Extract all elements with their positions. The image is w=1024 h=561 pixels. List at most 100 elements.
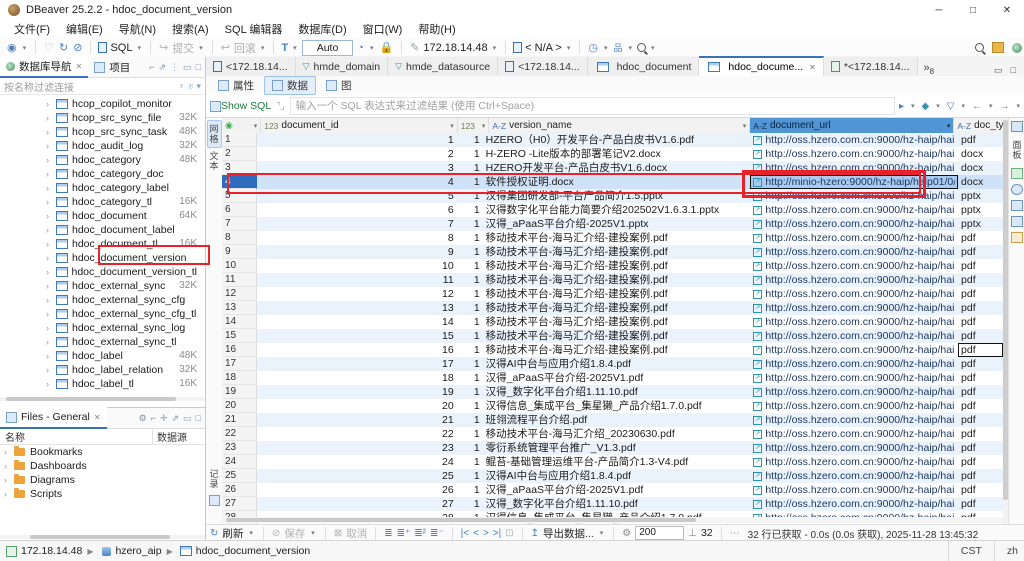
cell-document-url[interactable]: ↗http://oss.hzero.com.cn:9000/hz-haip/ha… <box>750 189 958 203</box>
cell-document-url[interactable]: ↗http://oss.hzero.com.cn:9000/hz-haip/ha… <box>750 371 958 385</box>
row-number-cell[interactable]: 8 <box>222 231 257 245</box>
chevron-right-icon[interactable]: › <box>46 307 54 321</box>
value-preview-icon[interactable] <box>1011 168 1023 179</box>
table-row[interactable]: 21211班翎流程平台介绍.pdf↗http://oss.hzero.com.c… <box>222 413 1003 427</box>
table-row[interactable]: 22221移动技术平台-海马汇介绍_20230630.pdf↗http://os… <box>222 427 1003 441</box>
files-tree-item[interactable]: ›Dashboards <box>0 459 205 473</box>
tree-item-table[interactable]: ›hdoc_external_sync32K <box>0 279 205 293</box>
row-number-cell[interactable]: 13 <box>222 301 257 315</box>
subtab-data[interactable]: 数据 <box>264 76 316 95</box>
chevron-right-icon[interactable]: › <box>46 111 54 125</box>
cell-document-id[interactable]: 26 <box>257 483 457 497</box>
time-icon[interactable]: ◷ <box>587 41 599 54</box>
cell-document-url[interactable]: ↗http://oss.hzero.com.cn:9000/hz-haip/ha… <box>750 399 958 413</box>
apply-filter-icon[interactable]: ▸ <box>899 101 904 112</box>
table-row[interactable]: 18181汉得_aPaaS平台介绍-2025V1.pdf↗http://oss.… <box>222 371 1003 385</box>
row-number-cell[interactable]: 25 <box>222 469 257 483</box>
row-number-cell[interactable]: 27 <box>222 497 257 511</box>
editor-tab[interactable]: ▽hmde_datasource <box>388 57 498 76</box>
chevron-right-icon[interactable]: › <box>46 237 54 251</box>
cell-document-url[interactable]: ↗http://oss.hzero.com.cn:9000/hz-haip/ha… <box>750 455 958 469</box>
cell-document-url[interactable]: ↗http://oss.hzero.com.cn:9000/hz-haip/ha… <box>750 315 958 329</box>
table-row[interactable]: 221H-ZERO -Lite版本的部署笔记V2.docx↗http://oss… <box>222 147 1003 161</box>
cell-doc-type[interactable]: pdf <box>958 441 1003 455</box>
sort-icon[interactable]: ▾ <box>482 122 486 130</box>
cell-version[interactable]: 1 <box>457 217 483 231</box>
cell-document-url[interactable]: ↗http://oss.hzero.com.cn:9000/hz-haip/ha… <box>750 259 958 273</box>
txn-heart-icon[interactable]: ♡ <box>43 41 55 54</box>
save-button[interactable]: 保存 <box>284 526 305 541</box>
cell-version[interactable]: 1 <box>457 203 483 217</box>
cell-document-url[interactable]: ↗http://oss.hzero.com.cn:9000/hz-haip/ha… <box>750 413 958 427</box>
editor-tab[interactable]: <172.18.14... <box>498 57 588 76</box>
cell-version-name[interactable]: 软件授权证明.docx <box>483 175 751 189</box>
rollback-button[interactable]: 回滚 <box>234 40 256 56</box>
tree-item-table[interactable]: ›hdoc_label_relation32K <box>0 363 205 377</box>
cell-document-id[interactable]: 21 <box>257 413 457 427</box>
cell-doc-type[interactable]: pdf <box>958 273 1003 287</box>
chevron-right-icon[interactable]: › <box>46 335 54 349</box>
files-tree-item[interactable]: ›Bookmarks <box>0 445 205 459</box>
tree-item-table[interactable]: ›hdoc_external_sync_cfg_tl <box>0 307 205 321</box>
cell-version-name[interactable]: HZERO开发平台-产品白皮书V1.6.docx <box>483 161 751 175</box>
cell-version-name[interactable]: 移动技术平台-海马汇介绍_20230630.pdf <box>483 427 751 441</box>
column-header-version-name[interactable]: A-Zversion_name▾ <box>489 118 750 133</box>
row-number-cell[interactable]: 6 <box>222 203 257 217</box>
cell-version-name[interactable]: 汉得AI中台与应用介绍1.8.4.pdf <box>483 357 751 371</box>
cell-doc-type[interactable]: pdf <box>958 385 1003 399</box>
grid-horizontal-scrollbar[interactable] <box>222 517 1003 523</box>
cancel-button[interactable]: 取消 <box>346 526 367 541</box>
cell-document-url[interactable]: ↗http://oss.hzero.com.cn:9000/hz-haip/ha… <box>750 497 958 511</box>
cell-document-url[interactable]: ↗http://oss.hzero.com.cn:9000/hz-haip/ha… <box>750 217 958 231</box>
tab-text-presentation[interactable]: 文本 <box>208 148 221 174</box>
tree-item-table[interactable]: ›hdoc_document_tl16K <box>0 237 205 251</box>
chevron-right-icon[interactable]: › <box>46 125 54 139</box>
table-row[interactable]: 331HZERO开发平台-产品白皮书V1.6.docx↗http://oss.h… <box>222 161 1003 175</box>
tab-grid-presentation[interactable]: 网格 <box>207 120 222 148</box>
cell-document-url[interactable]: ↗http://oss.hzero.com.cn:9000/hz-haip/ha… <box>750 273 958 287</box>
cell-version-name[interactable]: 移动技术平台-海马汇介绍-建投案例.pdf <box>483 315 751 329</box>
cell-version-name[interactable]: 移动技术平台-海马汇介绍-建投案例.pdf <box>483 343 751 357</box>
row-number-cell[interactable]: 5 <box>222 189 257 203</box>
cell-version-name[interactable]: 汉得AI中台与应用介绍1.8.4.pdf <box>483 469 751 483</box>
cell-document-url[interactable]: ↗http://oss.hzero.com.cn:9000/hz-haip/ha… <box>750 147 958 161</box>
cell-version[interactable]: 1 <box>457 371 483 385</box>
cell-doc-type[interactable]: pdf <box>958 287 1003 301</box>
filter-funnel-icon[interactable]: ▽ <box>947 101 955 112</box>
row-number-cell[interactable]: 4 <box>222 175 257 189</box>
table-row[interactable]: 25251汉得AI中台与应用介绍1.8.4.pdf↗http://oss.hze… <box>222 469 1003 483</box>
editor-tab[interactable]: <172.18.14... <box>206 57 296 76</box>
row-number-cell[interactable]: 10 <box>222 259 257 273</box>
cell-version-name[interactable]: 汉得_aPaaS平台介绍-2025V1.pdf <box>483 371 751 385</box>
fetch-size-input[interactable]: 200 <box>635 526 684 540</box>
settings-icon[interactable]: ⚙ <box>139 413 147 424</box>
table-row[interactable]: 11111移动技术平台-海马汇介绍-建投案例.pdf↗http://oss.hz… <box>222 273 1003 287</box>
chevron-right-icon[interactable]: › <box>46 181 54 195</box>
chevron-right-icon[interactable]: › <box>46 377 54 391</box>
show-sql-button[interactable]: Show SQL <box>221 100 271 112</box>
cell-document-url[interactable]: ↗http://oss.hzero.com.cn:9000/hz-haip/ha… <box>750 357 958 371</box>
cell-document-id[interactable]: 1 <box>257 133 457 147</box>
tab-overflow-indicator[interactable]: »8 <box>924 62 935 76</box>
language-indicator[interactable]: zh <box>994 541 1024 561</box>
chevron-right-icon[interactable]: › <box>46 97 54 111</box>
chevron-right-icon[interactable]: › <box>4 445 12 459</box>
cell-document-id[interactable]: 14 <box>257 315 457 329</box>
tab-database-navigator[interactable]: 数据库导航 ✕ <box>0 56 88 78</box>
row-number-cell[interactable]: 14 <box>222 315 257 329</box>
cell-document-url[interactable]: ↗http://oss.hzero.com.cn:9000/hz-haip/ha… <box>750 343 958 357</box>
row-number-cell[interactable]: 23 <box>222 441 257 455</box>
chevron-down-icon[interactable]: ▾ <box>254 122 258 130</box>
sql-filter-input[interactable]: 输入一个 SQL 表达式来过滤结果 (使用 Ctrl+Space) <box>290 97 895 115</box>
chevron-right-icon[interactable]: › <box>46 139 54 153</box>
sort-icon[interactable]: ▾ <box>947 122 951 130</box>
column-name[interactable]: 名称 <box>0 429 152 444</box>
row-number-cell[interactable]: 15 <box>222 329 257 343</box>
value-viewer-icon[interactable] <box>1011 184 1023 195</box>
files-tree-item[interactable]: ›Diagrams <box>0 473 205 487</box>
cell-document-id[interactable]: 4 <box>257 175 457 189</box>
row-number-cell[interactable]: 26 <box>222 483 257 497</box>
tab-files-general[interactable]: Files - General ✕ <box>0 407 107 429</box>
cell-document-id[interactable]: 5 <box>257 189 457 203</box>
cell-version[interactable]: 1 <box>457 329 483 343</box>
